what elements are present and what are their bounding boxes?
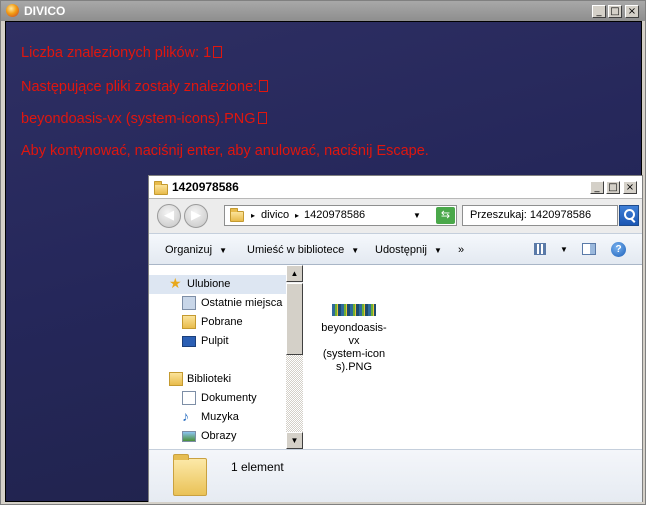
item-count-text: 1 element <box>231 460 284 474</box>
scroll-down-icon[interactable]: ▼ <box>286 432 303 449</box>
nav-favorites-label: Ulubione <box>187 278 231 290</box>
divico-title: DIVICO <box>24 4 66 18</box>
share-label: Udostępnij <box>375 244 427 256</box>
file-name-line: beyondoasis- <box>321 322 387 334</box>
divico-titlebar[interactable]: DIVICO _ □ × <box>1 1 645 21</box>
address-bar-area: ◀ ▶ ▸ divico ▸ 1420978586 ▼ ⇆ Przeszukaj… <box>149 199 642 233</box>
star-icon: ★ <box>169 275 182 291</box>
continue-instruction-text: Aby kontynować, naciśnij enter, aby anul… <box>21 143 429 159</box>
forward-button[interactable]: ▶ <box>184 204 208 228</box>
include-label: Umieść w bibliotece <box>247 244 345 256</box>
libraries-icon <box>169 372 183 386</box>
address-history-dropdown-icon[interactable]: ▼ <box>413 211 421 220</box>
downloads-folder-icon <box>182 315 196 329</box>
explorer-titlebar[interactable]: 1420978586 _ □ × <box>149 176 642 199</box>
file-name-line: s).PNG <box>335 361 373 373</box>
scroll-up-icon[interactable]: ▲ <box>286 265 303 282</box>
explorer-window: 1420978586 _ □ × ◀ ▶ ▸ divico ▸ 14209785… <box>148 175 643 502</box>
scrollbar-thumb[interactable] <box>286 283 303 355</box>
nav-pictures-label: Obrazy <box>201 430 237 442</box>
folder-icon <box>154 181 168 195</box>
breadcrumb-arrow-icon[interactable]: ▸ <box>295 211 299 220</box>
refresh-icon[interactable]: ⇆ <box>436 207 455 224</box>
include-in-library-menu[interactable]: Umieść w bibliotece ▼ <box>247 244 359 256</box>
nav-libraries[interactable]: Biblioteki <box>149 370 287 389</box>
png-thumbnail-icon <box>332 304 376 316</box>
help-icon[interactable]: ? <box>611 242 626 257</box>
large-folder-icon <box>173 454 207 496</box>
nav-documents[interactable]: Dokumenty <box>149 389 287 408</box>
nav-favorites[interactable]: ★ Ulubione <box>149 275 287 294</box>
files-found-label-text: Następujące pliki zostały znalezione: <box>21 79 268 95</box>
breadcrumb-arrow-icon[interactable]: ▸ <box>251 211 255 220</box>
close-button[interactable]: × <box>625 5 639 18</box>
explorer-maximize-button[interactable]: □ <box>606 181 620 194</box>
back-button[interactable]: ◀ <box>157 204 181 228</box>
file-name-line: (system-icon <box>322 348 386 360</box>
nav-desktop-label: Pulpit <box>201 335 229 347</box>
more-commands-button[interactable]: » <box>458 244 464 256</box>
minimize-button[interactable]: _ <box>592 5 606 18</box>
nav-pictures[interactable]: Obrazy <box>149 427 287 446</box>
nav-libraries-label: Biblioteki <box>187 373 232 385</box>
breadcrumb-divico[interactable]: divico <box>261 209 289 221</box>
navigation-scrollbar[interactable]: ▲ ▼ <box>286 265 303 449</box>
nav-music[interactable]: ♪ Muzyka <box>149 408 287 427</box>
recent-places-icon <box>182 296 196 310</box>
search-input[interactable]: Przeszukaj: 1420978586 <box>462 205 618 226</box>
file-item-name: beyondoasis- vx (system-icon s).PNG <box>318 322 390 374</box>
file-list-area[interactable]: beyondoasis- vx (system-icon s).PNG <box>304 265 642 449</box>
scrollbar-track[interactable] <box>286 355 303 432</box>
organize-label: Organizuj <box>165 244 213 256</box>
nav-downloads-label: Pobrane <box>201 316 243 328</box>
search-placeholder: Przeszukaj: 1420978586 <box>470 209 592 221</box>
files-found-count-text: Liczba znalezionych plików: 1 <box>21 45 222 61</box>
address-folder-icon <box>230 208 244 222</box>
nav-recent-label: Ostatnie miejsca <box>201 297 283 309</box>
file-name-line: vx <box>348 335 360 347</box>
nav-desktop[interactable]: Pulpit <box>149 332 287 351</box>
found-file-name-text: beyondoasis-vx (system-icons).PNG <box>21 111 267 127</box>
change-view-icon[interactable] <box>534 243 546 255</box>
breadcrumb-current[interactable]: 1420978586 <box>304 209 365 221</box>
divico-app-icon <box>6 4 19 17</box>
nav-music-label: Muzyka <box>201 411 239 423</box>
command-toolbar: Organizuj ▼ Umieść w bibliotece ▼ Udostępn… <box>149 233 642 265</box>
organize-menu[interactable]: Organizuj ▼ <box>165 244 227 256</box>
maximize-button[interactable]: □ <box>608 5 622 18</box>
nav-recent-places[interactable]: Ostatnie miejsca <box>149 294 287 313</box>
pictures-icon <box>182 431 196 442</box>
details-pane: 1 element <box>149 449 642 502</box>
documents-icon <box>182 391 196 405</box>
explorer-close-button[interactable]: × <box>623 181 637 194</box>
explorer-minimize-button[interactable]: _ <box>590 181 604 194</box>
view-options-dropdown-icon[interactable]: ▼ <box>560 245 568 254</box>
share-menu[interactable]: Udostępnij ▼ <box>375 244 442 256</box>
search-icon[interactable] <box>619 205 639 226</box>
music-icon: ♪ <box>182 408 189 424</box>
nav-documents-label: Dokumenty <box>201 392 257 404</box>
nav-downloads[interactable]: Pobrane <box>149 313 287 332</box>
navigation-pane: ★ Ulubione Ostatnie miejsca Pobrane Pulp… <box>149 265 305 449</box>
desktop-icon <box>182 336 196 347</box>
explorer-title: 1420978586 <box>172 180 239 194</box>
address-box[interactable]: ▸ divico ▸ 1420978586 ▼ <box>224 205 457 226</box>
preview-pane-icon[interactable] <box>582 243 596 255</box>
